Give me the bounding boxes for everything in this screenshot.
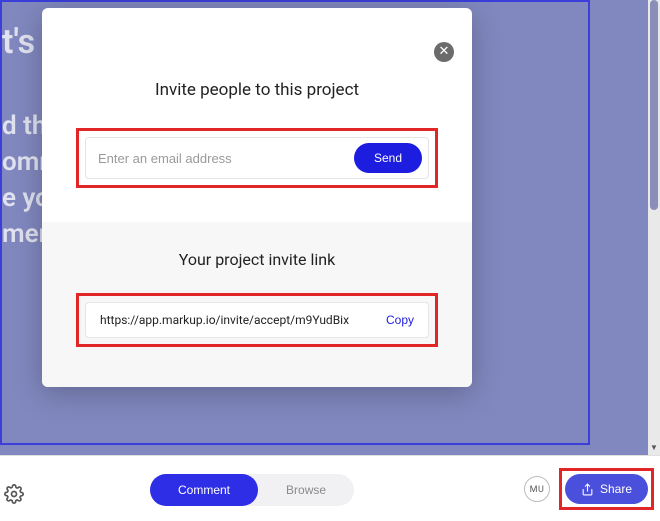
gear-icon[interactable] bbox=[4, 484, 24, 504]
copy-button[interactable]: Copy bbox=[376, 313, 414, 327]
modal-lower-section: Your project invite link https://app.mar… bbox=[42, 222, 472, 387]
bg-text-fragment: d th bbox=[2, 108, 46, 144]
scrollbar-thumb[interactable] bbox=[650, 0, 658, 210]
share-button-label: Share bbox=[600, 482, 632, 496]
share-icon bbox=[581, 483, 594, 496]
browse-tab[interactable]: Browse bbox=[258, 474, 354, 506]
email-row-highlight: Send bbox=[76, 128, 438, 188]
share-button-highlight: Share bbox=[559, 468, 654, 510]
link-row-highlight: https://app.markup.io/invite/accept/m9Yu… bbox=[76, 293, 438, 347]
modal-title: Invite people to this project bbox=[42, 8, 472, 128]
mode-toggle: Comment Browse bbox=[150, 474, 354, 506]
invite-modal: ✕ Invite people to this project Send You… bbox=[42, 8, 472, 387]
share-button[interactable]: Share bbox=[565, 474, 648, 504]
email-input-row: Send bbox=[85, 137, 429, 179]
vertical-scrollbar[interactable]: ▼ bbox=[648, 0, 660, 455]
invite-link-text[interactable]: https://app.markup.io/invite/accept/m9Yu… bbox=[100, 313, 376, 327]
close-icon[interactable]: ✕ bbox=[434, 42, 454, 62]
scrollbar-down-arrow[interactable]: ▼ bbox=[648, 441, 660, 455]
avatar[interactable]: MU bbox=[524, 476, 550, 502]
send-button[interactable]: Send bbox=[354, 143, 422, 173]
invite-link-row: https://app.markup.io/invite/accept/m9Yu… bbox=[85, 302, 429, 338]
bg-text-fragment: t's bbox=[2, 24, 35, 60]
comment-tab[interactable]: Comment bbox=[150, 474, 258, 506]
invite-link-title: Your project invite link bbox=[76, 250, 438, 269]
bottom-toolbar: Comment Browse MU Share bbox=[0, 455, 660, 521]
email-input[interactable] bbox=[98, 151, 354, 166]
